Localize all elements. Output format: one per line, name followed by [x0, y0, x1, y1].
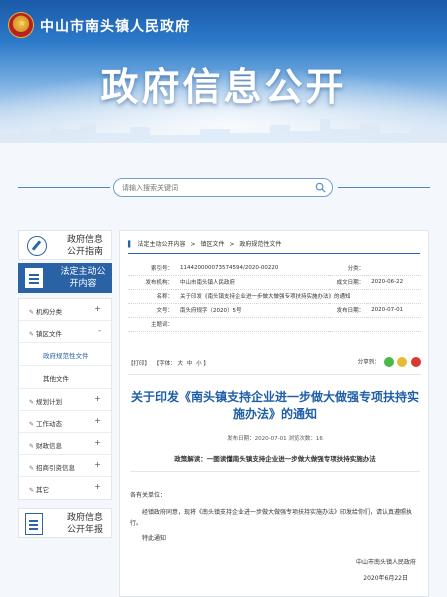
table-row: 名称： 关于印发《南头镇支持企业进一步做大做强专项扶持实施办法》的通知 — [128, 289, 421, 304]
breadcrumb-item[interactable]: 法定主动公开内容 — [138, 241, 186, 248]
table-row: 文号： 南头府规字〔2020〕5号 发布日期： 2020-07-01 — [128, 303, 421, 318]
sidebar-item-label: 招商引资信息 — [29, 462, 75, 472]
table-row: 索引号： 11442000007357459​4/2020-00220 分类： — [128, 261, 421, 276]
banner-title: 政府信息公开 — [100, 65, 347, 109]
breadcrumb-separator: > — [229, 241, 235, 248]
sidebar-active-card[interactable]: 法定主动公开内容 — [18, 263, 112, 293]
meta-value: 11442000007357459​4/2020-00220 — [176, 261, 330, 276]
table-row: 主题词： — [128, 317, 421, 332]
meta-key: 发布机构： — [128, 275, 176, 290]
font-size-prefix: 【字体： — [153, 361, 176, 367]
meta-key: 文号： — [128, 303, 176, 318]
sidebar-item-investment[interactable]: 招商引资信息 + — [19, 455, 111, 477]
document-salutation: 各有关单位： — [130, 492, 167, 499]
sidebar-guide-label: 政府信息公开指南 — [66, 235, 103, 257]
sidebar-subitem-other-docs[interactable]: 其他文件 — [19, 366, 111, 389]
document-closing: 特此通知 — [142, 535, 167, 542]
expand-plus-icon[interactable]: + — [94, 482, 101, 491]
sidebar-annual-report-card[interactable]: 政府信息公开年报 — [18, 508, 112, 538]
search-divider-left — [18, 187, 110, 188]
meta-value: 2020-07-01 — [367, 303, 421, 318]
search-divider-right — [338, 187, 430, 188]
sidebar-subitem-label: 其他文件 — [43, 375, 69, 383]
article-toolbar: 【打印】 【字体： 大 中 小 】 分享到： — [128, 357, 421, 369]
sidebar-item-other[interactable]: 其它 + — [19, 477, 111, 499]
font-size-large-link[interactable]: 大 — [178, 361, 184, 367]
breadcrumb-underline — [128, 253, 420, 254]
collapse-minus-icon[interactable]: - — [98, 326, 101, 335]
sidebar-item-town-files[interactable]: 镇区文件 - — [19, 321, 111, 343]
weibo-share-icon[interactable] — [397, 357, 408, 367]
site-header: 中山市南头镇人民政府 政府信息公开 — [0, 0, 447, 143]
meta-value: 关于印发《南头镇支持企业进一步做大做强专项扶持实施办法》的通知 — [176, 289, 421, 304]
sidebar-item-org-category[interactable]: 机构分类 + — [19, 299, 111, 321]
meta-key: 索引号： — [128, 261, 176, 276]
policy-interpretation-link[interactable]: 政策解读：一图读懂南头镇支持企业进一步做大做强专项扶持实施办法 — [130, 453, 420, 463]
breadcrumb: ▌ 法定主动公开内容 > 镇区文件 > 政府规范性文件 — [128, 239, 418, 251]
sidebar-item-label: 工作动态 — [29, 418, 62, 428]
expand-plus-icon[interactable]: + — [94, 460, 101, 469]
table-row: 发布机构： 中山市南头镇人民政府 成文日期： 2020-06-22 — [128, 275, 421, 290]
document-paragraph: 经镇政府同意，现将《南头镇支持企业进一步做大做强专项扶持实施办法》印发给你们，请… — [130, 509, 413, 527]
document-metadata-table: 索引号： 11442000007357459​4/2020-00220 分类： … — [128, 261, 421, 332]
site-name[interactable]: 中山市南头镇人民政府 — [40, 16, 190, 36]
meta-key: 成文日期： — [329, 275, 368, 290]
sidebar-item-label: 镇区文件 — [29, 328, 62, 338]
meta-value: 南头府规字〔2020〕5号 — [176, 303, 330, 318]
font-size-medium-link[interactable]: 中 — [187, 361, 193, 367]
sidebar-menu: 机构分类 + 镇区文件 - 政府规范性文件 其他文件 规划计划 + 工作动态 +… — [18, 298, 112, 500]
sidebar-item-label: 规划计划 — [29, 396, 62, 406]
search-input[interactable] — [122, 181, 308, 195]
national-emblem-icon — [8, 12, 34, 38]
font-size-suffix: 】 — [203, 361, 209, 367]
breadcrumb-separator: > — [190, 241, 196, 248]
main-content-panel: ▌ 法定主动公开内容 > 镇区文件 > 政府规范性文件 索引号： 1144200… — [119, 230, 429, 597]
meta-value: 2020-06-22 — [367, 275, 421, 290]
breadcrumb-item[interactable]: 镇区文件 — [200, 241, 224, 248]
document-signature: 中山市南头镇人民政府 — [355, 559, 416, 566]
sidebar-item-label: 财政信息 — [29, 440, 62, 450]
interpretation-divider — [130, 471, 420, 472]
qq-share-icon[interactable] — [411, 357, 421, 367]
meta-value: 中山市南头镇人民政府 — [176, 275, 330, 290]
breadcrumb-item[interactable]: 政府规范性文件 — [239, 241, 281, 248]
document-sign-date: 2020年6月22日 — [363, 575, 408, 582]
sidebar-item-label: 其它 — [29, 484, 49, 494]
sidebar-report-label: 政府信息公开年报 — [66, 513, 103, 535]
sidebar-item-finance[interactable]: 财政信息 + — [19, 433, 111, 455]
meta-key: 名称： — [128, 289, 176, 304]
expand-plus-icon[interactable]: + — [94, 416, 101, 425]
sidebar-item-work-news[interactable]: 工作动态 + — [19, 411, 111, 433]
location-pin-icon: ▌ — [128, 241, 133, 248]
sidebar-item-planning[interactable]: 规划计划 + — [19, 389, 111, 411]
sidebar-subitem-normative-docs[interactable]: 政府规范性文件 — [19, 343, 111, 366]
wechat-share-icon[interactable] — [383, 357, 394, 367]
sidebar-guide-card[interactable]: 政府信息公开指南 — [18, 230, 112, 260]
expand-plus-icon[interactable]: + — [94, 438, 101, 447]
share-label: 分享到： — [357, 359, 380, 366]
meta-key: 主题词： — [128, 317, 176, 332]
sidebar-subitem-label: 政府规范性文件 — [43, 352, 89, 360]
font-size-small-link[interactable]: 小 — [196, 361, 202, 367]
compass-icon — [27, 236, 47, 256]
share-bar: 分享到： — [358, 357, 421, 367]
meta-value — [176, 317, 421, 332]
document-title: 关于印发《南头镇支持企业进一步做大做强专项扶持实施办法》的通知 — [130, 390, 419, 421]
document-icon — [24, 267, 44, 289]
meta-key: 发布日期： — [329, 303, 368, 318]
sidebar-item-label: 机构分类 — [29, 306, 62, 316]
print-link[interactable]: 【打印】 — [128, 361, 150, 367]
meta-key: 分类： — [329, 261, 368, 276]
meta-value — [367, 261, 421, 276]
expand-plus-icon[interactable]: + — [94, 394, 101, 403]
expand-plus-icon[interactable]: + — [94, 304, 101, 313]
report-document-icon — [25, 513, 43, 535]
document-publish-info: 发布日期：2020-07-01 浏览次数：16 — [227, 436, 323, 442]
toolbar-divider — [128, 374, 421, 375]
sidebar-active-label: 法定主动公开内容 — [60, 267, 106, 289]
search-icon[interactable] — [315, 182, 326, 193]
search-box — [113, 178, 333, 197]
